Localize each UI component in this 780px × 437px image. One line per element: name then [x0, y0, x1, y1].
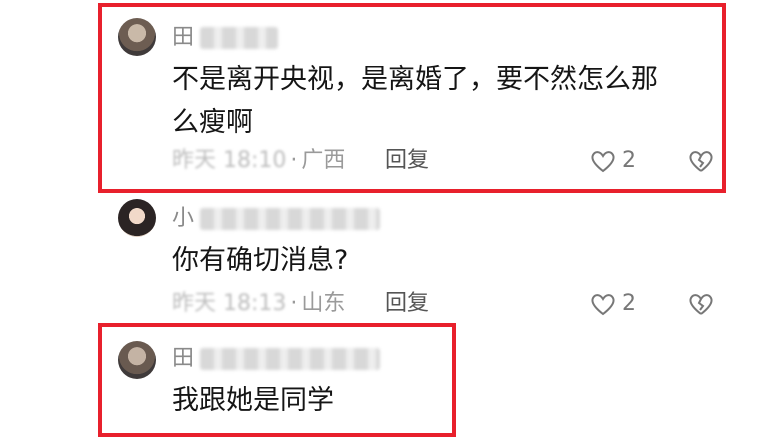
comment-line: 你有确切消息?: [172, 245, 349, 276]
comment-meta: 昨天 18:13 · 山东: [172, 290, 345, 318]
highlight-frame: [98, 3, 726, 193]
comment-location: 山东: [301, 291, 346, 316]
commenter-name-visible: 小: [172, 206, 195, 231]
broken-heart-icon[interactable]: [688, 292, 714, 316]
comment-content: 你有确切消息?: [172, 239, 710, 282]
meta-separator: ·: [290, 291, 298, 316]
like-count: 2: [622, 291, 636, 316]
comment-time: 昨天 18:13: [172, 291, 287, 316]
commenter-name[interactable]: 小: [172, 205, 381, 233]
reply-button[interactable]: 回复: [385, 290, 429, 318]
highlight-frame: [98, 323, 456, 437]
name-blur-mask: [200, 208, 381, 230]
heart-outline-icon: [591, 294, 615, 316]
avatar[interactable]: [118, 199, 156, 237]
like-button[interactable]: 2: [590, 290, 636, 318]
comment-item: 小 你有确切消息? 昨天 18:13 · 山东 回复 2: [0, 193, 780, 321]
